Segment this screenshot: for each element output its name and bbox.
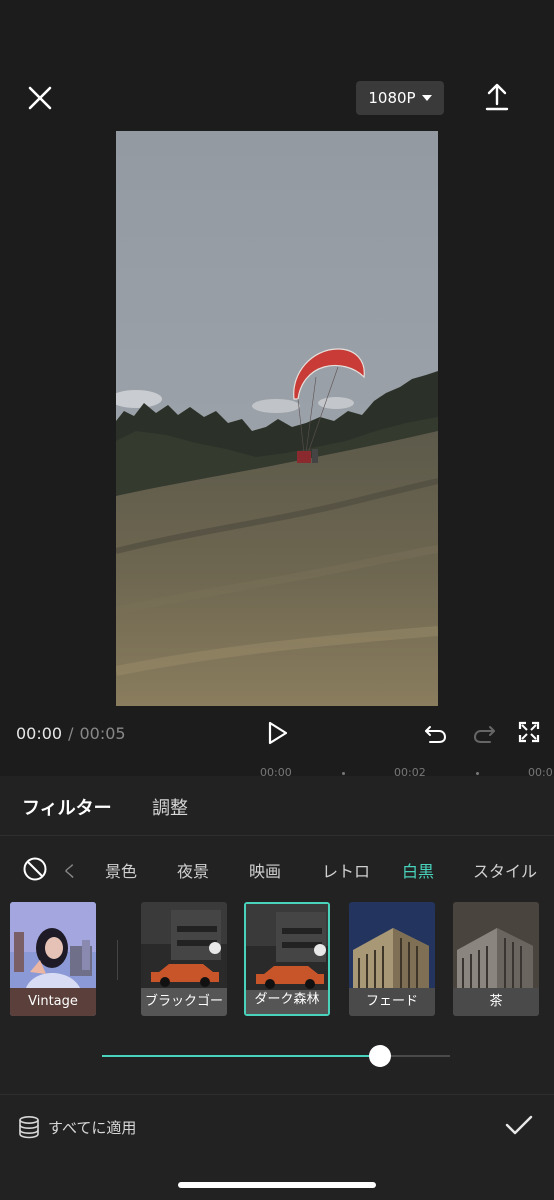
filter-thumb-black-gold[interactable]: ブラックゴー <box>141 902 227 1016</box>
filter-thumb-tea[interactable]: 茶 <box>453 902 539 1016</box>
panel-tabs: フィルター 調整 <box>0 776 554 836</box>
video-preview[interactable] <box>116 131 438 706</box>
no-filter-icon <box>23 857 47 881</box>
time-separator: / <box>68 724 74 743</box>
filter-thumb-dark-forest[interactable]: ダーク森林 <box>244 902 330 1016</box>
filter-panel: フィルター 調整 く 景色 夜景 映画 レトロ 白黒 スタイル Vintage … <box>0 776 554 1200</box>
time-display: 00:00 / 00:05 <box>16 724 126 743</box>
check-icon <box>505 1115 533 1135</box>
undo-icon <box>425 726 447 743</box>
play-icon <box>268 721 288 745</box>
tab-filter[interactable]: フィルター <box>22 794 112 820</box>
category-style[interactable]: スタイル <box>473 858 537 882</box>
undo-button[interactable] <box>424 721 448 745</box>
apply-all-button[interactable]: すべてに適用 <box>18 1115 136 1139</box>
filter-label: ダーク森林 <box>254 992 320 1007</box>
caret-down-icon <box>421 95 432 101</box>
filter-label: フェード <box>365 994 418 1009</box>
category-night[interactable]: 夜景 <box>177 858 209 882</box>
thumb-divider <box>117 940 118 980</box>
playback-controls: 00:00 / 00:05 <box>0 706 554 762</box>
export-icon <box>485 83 509 111</box>
ruler-dot <box>476 772 479 775</box>
confirm-button[interactable] <box>504 1113 534 1137</box>
close-button[interactable] <box>24 82 56 114</box>
intensity-slider[interactable] <box>102 1044 450 1068</box>
filter-thumb-fade[interactable]: フェード <box>349 902 435 1016</box>
close-icon <box>28 86 52 110</box>
tab-adjust[interactable]: 調整 <box>152 794 188 820</box>
no-filter-button[interactable] <box>22 856 48 882</box>
filter-label: Vintage <box>28 994 78 1009</box>
filter-categories: く 景色 夜景 映画 レトロ 白黒 スタイル <box>0 836 554 898</box>
filter-thumb-vintage[interactable]: Vintage <box>10 902 96 1016</box>
category-partial[interactable]: く <box>62 858 78 882</box>
category-landscape[interactable]: 景色 <box>105 858 137 882</box>
fullscreen-icon <box>518 721 540 743</box>
resolution-dropdown[interactable]: 1080P <box>356 81 444 115</box>
redo-button[interactable] <box>472 721 496 745</box>
apply-all-label: すべてに適用 <box>48 1118 137 1137</box>
filter-label: 茶 <box>489 994 503 1009</box>
slider-fill <box>102 1055 381 1057</box>
panel-footer: すべてに適用 <box>0 1094 554 1154</box>
play-button[interactable] <box>266 720 290 746</box>
category-bw[interactable]: 白黒 <box>402 858 434 882</box>
export-button[interactable] <box>482 82 512 114</box>
resolution-label: 1080P <box>368 89 416 107</box>
filter-thumbnails: Vintage ブラックゴー ダーク森林 フェード 茶 <box>0 902 554 1016</box>
ruler-dot <box>342 772 345 775</box>
slider-knob[interactable] <box>369 1045 392 1067</box>
fullscreen-button[interactable] <box>518 721 540 743</box>
total-time: 00:05 <box>79 724 126 743</box>
stack-icon <box>19 1115 39 1139</box>
filter-label: ブラックゴー <box>144 994 223 1009</box>
redo-icon <box>473 726 495 743</box>
category-retro[interactable]: レトロ <box>322 858 370 882</box>
top-bar: 1080P <box>0 0 554 130</box>
current-time: 00:00 <box>16 724 63 743</box>
category-movie[interactable]: 映画 <box>249 858 281 882</box>
preview-image <box>116 131 438 706</box>
home-indicator[interactable] <box>178 1182 376 1188</box>
